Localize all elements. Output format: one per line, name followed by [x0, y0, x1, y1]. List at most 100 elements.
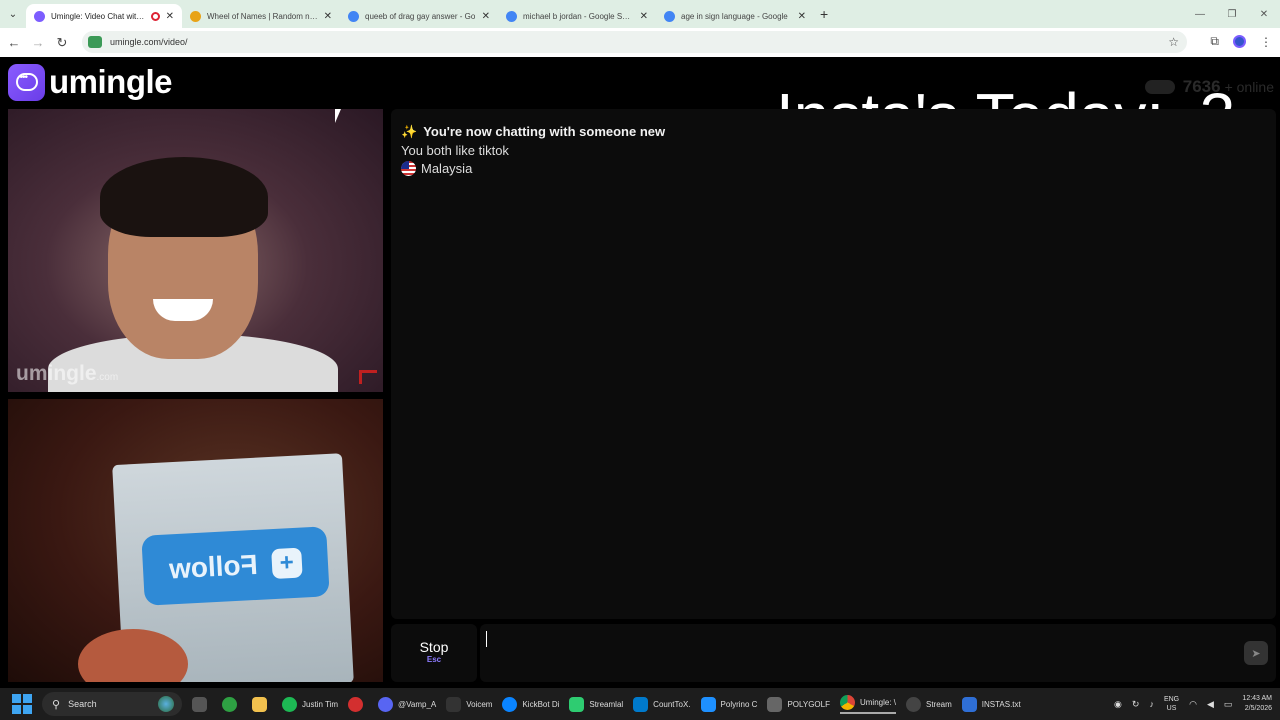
windows-start-icon[interactable]: [12, 694, 32, 714]
tab-umingle[interactable]: Umingle: Video Chat with S ✕: [26, 4, 182, 28]
mouse-cursor-icon: [335, 109, 347, 123]
taskbar-app-opera[interactable]: [348, 696, 368, 712]
app-label: Stream: [925, 699, 952, 709]
app-label: KickBot Di: [522, 699, 560, 709]
edge-icon: [502, 696, 518, 712]
bookmark-star-icon[interactable]: ☆: [1168, 35, 1179, 49]
vscode-icon: [633, 696, 649, 712]
message-input[interactable]: ➤: [480, 624, 1276, 682]
file-explorer-icon[interactable]: [252, 696, 272, 712]
connected-text: You're now chatting with someone new: [423, 124, 666, 139]
extensions-icon[interactable]: ⧉: [1210, 34, 1219, 49]
taskbar-app-notepad[interactable]: INSTAS.txt: [961, 696, 1021, 712]
app-label: Voicem: [466, 699, 493, 709]
text-caret: [486, 631, 487, 647]
app-label: POLYGOLF: [787, 699, 830, 709]
malaysia-flag-icon: [401, 161, 416, 176]
taskbar-app-spotify[interactable]: Justin Tim: [282, 696, 339, 712]
interest-message: You both like tiktok: [401, 143, 509, 158]
taskbar-app-vscode[interactable]: CountToX.: [633, 696, 691, 712]
self-video: Follow +: [8, 399, 383, 682]
close-tab-icon[interactable]: ✕: [482, 11, 490, 22]
voicemeeter-icon: [446, 696, 462, 712]
menu-icon[interactable]: ⋮: [1260, 35, 1272, 49]
report-flag-icon[interactable]: [359, 370, 377, 384]
address-bar[interactable]: umingle.com/video/ ☆: [82, 31, 1187, 53]
tab-title: michael b jordan - Google Sear: [523, 11, 634, 21]
follow-text: Follow: [168, 548, 259, 585]
browser-toolbar: ← → ↻ umingle.com/video/ ☆ ⧉ ⋮: [0, 28, 1280, 57]
task-view-icon[interactable]: [192, 696, 212, 712]
google-favicon-icon: [506, 10, 517, 22]
app-label: Streamlal: [589, 699, 624, 709]
search-icon: ⚲: [52, 698, 61, 711]
close-tab-icon[interactable]: ✕: [798, 11, 806, 22]
taskbar-app-chrome[interactable]: Umingle: \: [839, 694, 896, 714]
forward-icon[interactable]: →: [26, 35, 50, 50]
profile-avatar[interactable]: [1233, 35, 1246, 48]
stop-label: Stop: [419, 639, 449, 655]
watermark-text: umingle: [16, 362, 97, 385]
google-favicon-icon: [664, 10, 675, 22]
app-label: Polyrino C: [720, 699, 758, 709]
app-label: INSTAS.txt: [981, 699, 1021, 709]
app-label: @Vamp_A: [398, 699, 437, 709]
tab-search-button[interactable]: ⌄: [0, 0, 26, 28]
app-label: CountToX.: [653, 699, 691, 709]
tab-google-jordan[interactable]: michael b jordan - Google Sear ✕: [498, 4, 656, 28]
taskbar-app-polyrino[interactable]: Polyrino C: [700, 696, 758, 712]
url-text[interactable]: umingle.com/video/: [110, 37, 188, 47]
tab-google-drag[interactable]: queeb of drag gay answer - Go ✕: [340, 4, 498, 28]
back-icon[interactable]: ←: [2, 35, 26, 50]
close-window-icon[interactable]: ✕: [1248, 0, 1280, 28]
recording-icon: [150, 11, 160, 21]
stop-button[interactable]: Stop Esc: [391, 624, 477, 682]
pen-icon: [700, 696, 716, 712]
taskbar-app-polygolf[interactable]: POLYGOLF: [767, 696, 830, 712]
video-person-hair: [100, 157, 268, 237]
google-favicon-icon: [348, 10, 359, 22]
opera-icon: [348, 696, 364, 712]
held-follow-card: Follow +: [141, 526, 330, 606]
toolbar-right: ⧉ ⋮: [1210, 34, 1272, 49]
close-tab-icon[interactable]: ✕: [324, 11, 332, 22]
language-indicator[interactable]: ENG US: [1164, 695, 1179, 713]
taskbar-app-voicemeeter[interactable]: Voicem: [446, 696, 493, 712]
sync-tray-icon[interactable]: ↻: [1132, 699, 1140, 710]
discord-tray-icon[interactable]: ◉: [1114, 699, 1122, 710]
follow-plus-icon: +: [270, 547, 303, 580]
taskbar-app-streamlabs[interactable]: Streamlal: [569, 696, 624, 712]
discord-icon: [378, 696, 394, 712]
wifi-icon[interactable]: ◠: [1189, 699, 1197, 710]
tab-title: age in sign language - Google: [681, 11, 788, 21]
close-tab-icon[interactable]: ✕: [640, 11, 648, 22]
reload-icon[interactable]: ↻: [50, 35, 74, 51]
notepad-icon: [961, 696, 977, 712]
tab-wheel-of-names[interactable]: Wheel of Names | Random nam ✕: [182, 4, 340, 28]
umingle-logo[interactable]: umingle: [8, 63, 173, 101]
clock[interactable]: 12:43 AM 2/5/2026: [1242, 694, 1272, 714]
close-tab-icon[interactable]: ✕: [166, 11, 174, 22]
camera-site-icon[interactable]: [88, 36, 102, 48]
tab-google-sign-language[interactable]: age in sign language - Google ✕: [656, 4, 814, 28]
new-tab-button[interactable]: +: [820, 6, 828, 22]
system-tray: ◉ ↻ ♪ ENG US ◠ ◀ ▭ 12:43 AM 2/5/2026: [1114, 688, 1272, 720]
app-label: Justin Tim: [302, 699, 339, 709]
wheel-favicon-icon: [190, 10, 201, 22]
clock-time: 12:43 AM: [1242, 695, 1272, 702]
taskbar-app-edge[interactable]: KickBot Di: [502, 696, 560, 712]
xbox-icon[interactable]: [222, 696, 242, 712]
volume-icon[interactable]: ◀: [1207, 699, 1214, 710]
mic-tray-icon[interactable]: ♪: [1149, 699, 1154, 709]
restore-icon[interactable]: ❐: [1216, 0, 1248, 28]
stop-shortcut: Esc: [426, 655, 442, 664]
battery-icon[interactable]: ▭: [1224, 699, 1233, 710]
search-label: Search: [68, 699, 97, 709]
lang-top: ENG: [1163, 696, 1180, 703]
browser-tab-bar: ⌄ Umingle: Video Chat with S ✕ Wheel of …: [0, 0, 1280, 28]
taskbar-app-discord[interactable]: @Vamp_A: [378, 696, 437, 712]
minimize-icon[interactable]: —: [1184, 0, 1216, 28]
taskbar-app-stream[interactable]: Stream: [905, 696, 952, 712]
taskbar-search[interactable]: ⚲ Search: [42, 692, 182, 716]
send-icon[interactable]: ➤: [1244, 641, 1268, 665]
